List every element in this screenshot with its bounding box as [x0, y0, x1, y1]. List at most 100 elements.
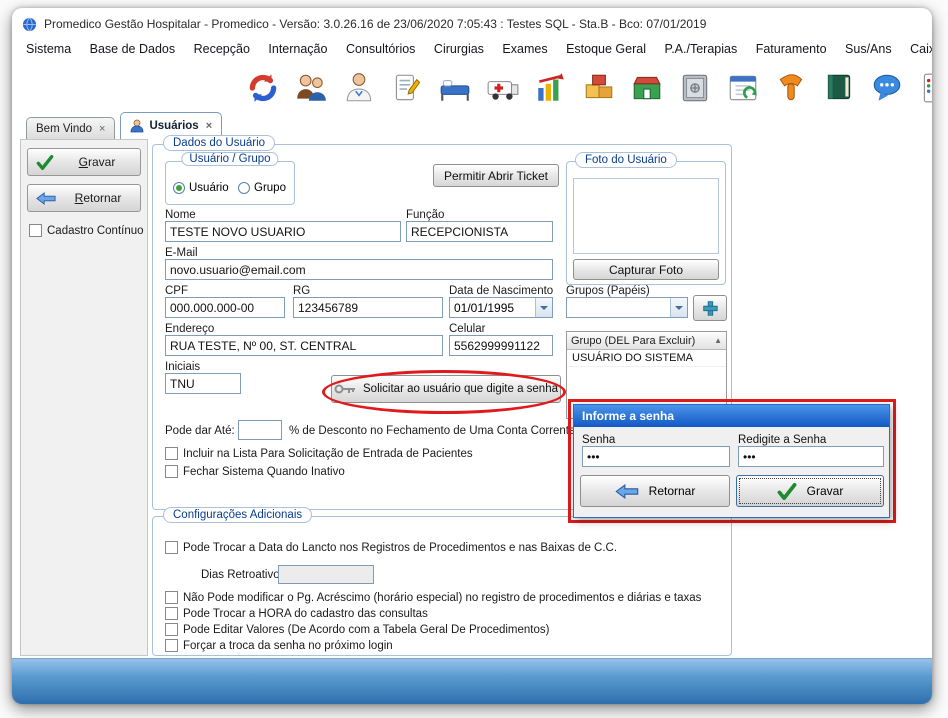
check-icon [777, 483, 797, 500]
dialog-gravar-label: Gravar [807, 484, 844, 498]
cpf-input[interactable] [165, 297, 285, 318]
radio-grupo-row[interactable]: Grupo [238, 182, 286, 194]
chat-icon [870, 71, 904, 105]
dialog-gravar-button[interactable]: Gravar [736, 475, 884, 507]
desconto-input[interactable] [238, 420, 282, 440]
app-logo-icon [22, 17, 37, 32]
toolbar-button-ambulance[interactable] [484, 66, 522, 110]
data-lancto-checkbox[interactable] [165, 541, 178, 554]
menu-item-sus-ans[interactable]: Sus/Ans [845, 42, 892, 56]
toolbar-button-chat[interactable] [868, 66, 906, 110]
chevron-down-icon[interactable] [670, 298, 687, 317]
toolbar-button-appointments[interactable] [388, 66, 426, 110]
data-nascimento-combo[interactable] [449, 297, 553, 318]
iniciais-input[interactable] [165, 373, 241, 394]
informe-senha-dialog: Informe a senha Senha Redigite a Senha R… [573, 404, 890, 518]
forcar-senha-label: Forçar a troca da senha no próximo login [183, 640, 393, 652]
radio-usuario-row[interactable]: Usuário [173, 182, 229, 194]
appointment-notes-icon [390, 71, 424, 105]
user-icon [130, 119, 144, 133]
data-nascimento-input[interactable] [450, 298, 535, 317]
list-item[interactable]: USUÁRIO DO SISTEMA [567, 350, 726, 367]
reception-patients-icon [294, 71, 328, 105]
toolbar-button-internment[interactable] [436, 66, 474, 110]
tab-bem-vindo[interactable]: Bem Vindo × [26, 117, 115, 139]
hospital-bed-icon [438, 71, 472, 105]
grupos-papeis-combo[interactable] [566, 297, 688, 318]
menu-item-base-de-dados[interactable]: Base de Dados [90, 42, 175, 56]
rg-input[interactable] [293, 297, 443, 318]
red-ellipse-annotation [322, 370, 566, 414]
permitir-abrir-ticket-button[interactable]: Permitir Abrir Ticket [433, 164, 559, 187]
incluir-lista-label: Incluir na Lista Para Solicitação de Ent… [183, 448, 473, 460]
tab-close-icon[interactable]: × [97, 123, 105, 135]
toolbar-button-exams[interactable] [532, 66, 570, 110]
grupo-radio[interactable] [238, 182, 250, 194]
toolbar-button-phone[interactable] [772, 66, 810, 110]
menu-item-internacao[interactable]: Internação [268, 42, 327, 56]
check-data-lancto-row: Pode Trocar a Data do Lancto nos Registr… [165, 541, 617, 554]
toolbar-button-sync[interactable] [244, 66, 282, 110]
sort-asc-icon[interactable]: ▲ [714, 336, 722, 345]
report-list-icon [918, 71, 932, 105]
grupos-papeis-input[interactable] [567, 298, 670, 317]
menu-item-cirurgias[interactable]: Cirurgias [434, 42, 484, 56]
config-adicionais-caption: Configurações Adicionais [163, 507, 312, 523]
dialog-retornar-button[interactable]: Retornar [580, 475, 730, 507]
redigite-senha-input[interactable] [738, 446, 884, 467]
toolbar-button-market[interactable] [628, 66, 666, 110]
retornar-button[interactable]: Retornar [27, 184, 141, 212]
celular-input[interactable] [449, 335, 553, 356]
gravar-button[interactable]: Gravar [27, 148, 141, 176]
valores-label: Pode Editar Valores (De Acordo com a Tab… [183, 624, 549, 636]
toolbar-button-doctor[interactable] [340, 66, 378, 110]
menu-item-caixa[interactable]: Caixa [910, 42, 932, 56]
tab-bem-vindo-label: Bem Vindo [36, 123, 92, 135]
capturar-foto-button[interactable]: Capturar Foto [573, 259, 719, 280]
phone-icon [774, 71, 808, 105]
chevron-down-icon[interactable] [535, 298, 552, 317]
menu-item-exames[interactable]: Exames [502, 42, 547, 56]
menu-item-pa-terapias[interactable]: P.A./Terapias [664, 42, 737, 56]
exams-chart-icon [534, 71, 568, 105]
market-icon [630, 71, 664, 105]
menu-item-recepcao[interactable]: Recepção [194, 42, 250, 56]
grupos-list-header[interactable]: Grupo (DEL Para Excluir) ▲ [567, 332, 726, 350]
dialog-titlebar[interactable]: Informe a senha [574, 405, 889, 427]
usuario-radio[interactable] [173, 182, 185, 194]
nome-input[interactable] [165, 221, 401, 242]
email-input[interactable] [165, 259, 553, 280]
arrow-left-icon [36, 192, 56, 205]
pg-acrescimo-checkbox[interactable] [165, 591, 178, 604]
senha-input[interactable] [582, 446, 730, 467]
menu-item-faturamento[interactable]: Faturamento [756, 42, 827, 56]
incluir-lista-checkbox[interactable] [165, 447, 178, 460]
menu-item-estoque-geral[interactable]: Estoque Geral [566, 42, 646, 56]
photo-placeholder [573, 178, 719, 254]
funcao-input[interactable] [406, 221, 553, 242]
gravar-label: Gravar [62, 155, 132, 169]
toolbar-button-billing[interactable] [724, 66, 762, 110]
sync-logo-icon [246, 71, 280, 105]
side-panel: Gravar Retornar Cadastro Contínuo [20, 139, 148, 656]
tab-close-icon[interactable]: × [204, 120, 212, 132]
fechar-sistema-checkbox[interactable] [165, 465, 178, 478]
menu-item-sistema[interactable]: Sistema [26, 42, 71, 56]
toolbar-button-safe[interactable] [676, 66, 714, 110]
cadastro-continuo-label: Cadastro Contínuo [47, 225, 144, 237]
toolbar-button-stock[interactable] [580, 66, 618, 110]
toolbar-button-reports[interactable] [916, 66, 932, 110]
toolbar-button-reception[interactable] [292, 66, 330, 110]
senha-label: Senha [582, 434, 615, 446]
endereco-input[interactable] [165, 335, 443, 356]
forcar-senha-checkbox[interactable] [165, 639, 178, 652]
valores-checkbox[interactable] [165, 623, 178, 636]
menu-item-consultorios[interactable]: Consultórios [346, 42, 415, 56]
cadastro-continuo-checkbox[interactable] [29, 224, 42, 237]
celular-label: Celular [449, 323, 485, 335]
adicionar-grupo-button[interactable] [693, 295, 727, 321]
hora-checkbox[interactable] [165, 607, 178, 620]
grupos-list-header-label: Grupo (DEL Para Excluir) [571, 335, 695, 347]
toolbar-button-ledger[interactable] [820, 66, 858, 110]
cpf-label: CPF [165, 285, 188, 297]
